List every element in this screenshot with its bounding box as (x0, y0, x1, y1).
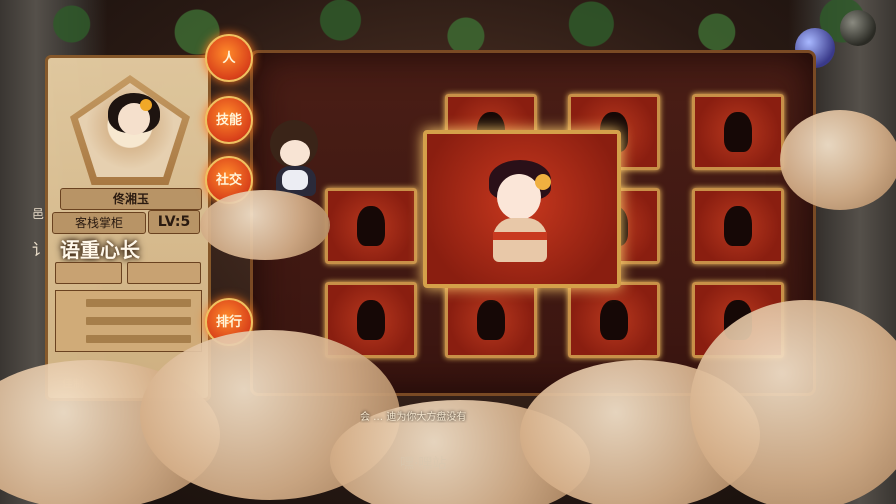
status-message: 会 … 迪为你大方盘没有 (360, 412, 467, 423)
chibi-character-face (280, 140, 310, 166)
tab-label: 人 (222, 50, 236, 66)
stats-box (55, 290, 202, 352)
tab-label: 技能 (215, 112, 242, 128)
silhouette (724, 112, 752, 152)
silhouette (477, 300, 505, 340)
attribute-slot (55, 262, 122, 284)
opera-character-flower (535, 174, 551, 190)
tab-label: 排行 (215, 314, 242, 330)
chibi-character-apron (282, 170, 308, 190)
locked-character-card[interactable] (445, 282, 537, 358)
silhouette (357, 206, 385, 246)
orb-icon[interactable] (840, 10, 876, 46)
opera-character-sash (493, 232, 547, 240)
opera-character-body (493, 218, 547, 262)
attribute-slot (127, 262, 201, 284)
tab-label: 社交 (215, 172, 242, 188)
game-screen: 佟湘玉 客栈掌柜 LV:5 语重心长 邑 讠 佳制 人 技能 社交 排行 (0, 0, 896, 504)
cloud-decoration (780, 110, 896, 210)
watermark: 嘿·嘿站 (400, 456, 447, 472)
character-title: 客栈掌柜 (52, 212, 146, 234)
stat-line (86, 317, 191, 325)
side-label: 邑 (32, 207, 45, 221)
silhouette (357, 300, 385, 340)
character-level: LV:5 (148, 210, 200, 234)
character-name: 佟湘玉 (60, 188, 202, 210)
portrait-flower (140, 99, 152, 111)
cloud-decoration (200, 190, 330, 260)
character-motto: 语重心长 (60, 238, 140, 262)
locked-character-card[interactable] (692, 94, 784, 170)
side-label: 讠 (32, 240, 49, 259)
silhouette (600, 300, 628, 340)
locked-character-card[interactable] (568, 282, 660, 358)
tab-character[interactable]: 人 (205, 34, 253, 82)
locked-character-card[interactable] (325, 188, 417, 264)
tab-skills[interactable]: 技能 (205, 96, 253, 144)
silhouette (724, 206, 752, 246)
locked-character-card[interactable] (692, 188, 784, 264)
selected-character-card[interactable] (423, 130, 621, 288)
stat-line (86, 335, 191, 343)
stat-line (86, 299, 191, 307)
